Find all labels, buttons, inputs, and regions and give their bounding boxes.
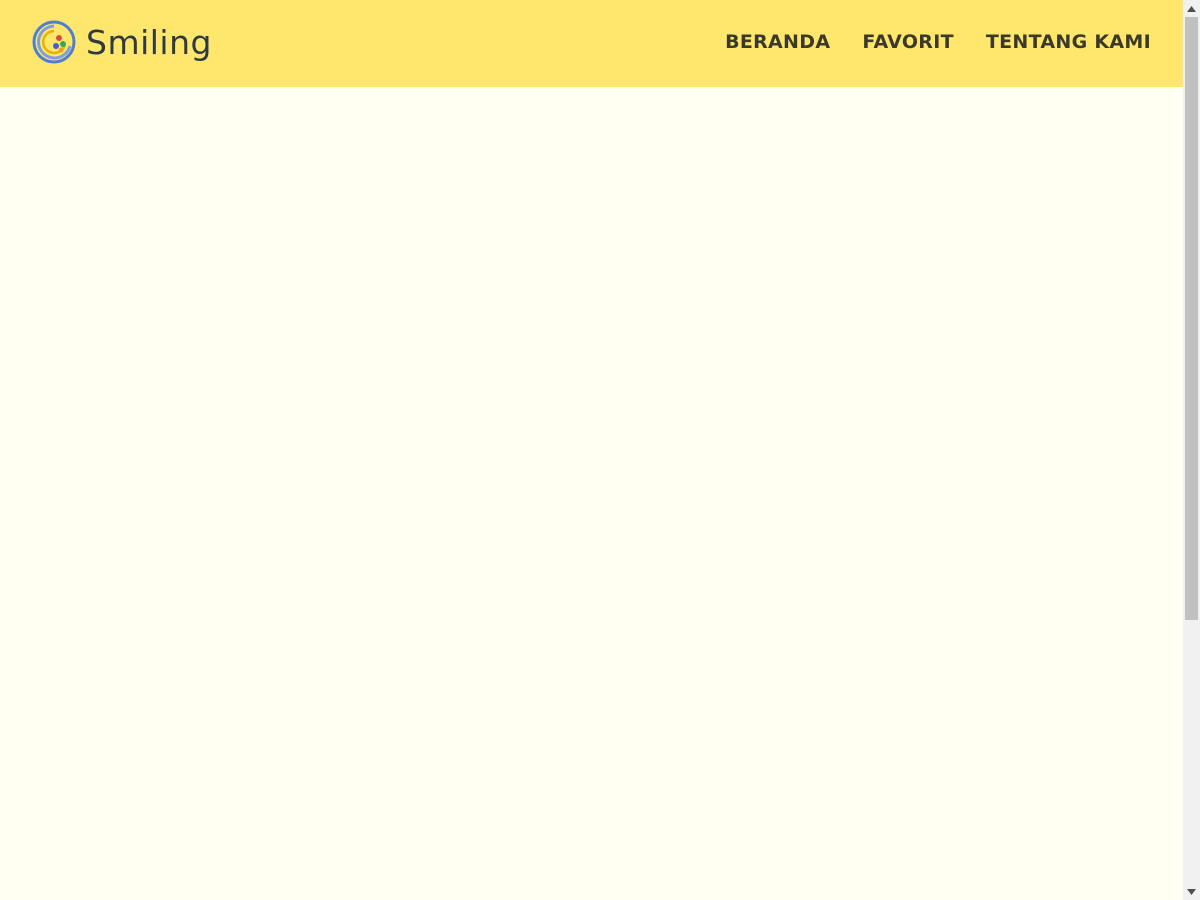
- nav-item-tentang-kami[interactable]: TENTANG KAMI: [986, 30, 1151, 54]
- navbar: Smiling BERANDA FAVORIT TENTANG KAMI: [0, 0, 1183, 87]
- scroll-down-arrow-icon[interactable]: [1183, 883, 1200, 900]
- page: Smiling BERANDA FAVORIT TENTANG KAMI: [0, 0, 1200, 900]
- page-viewport: Smiling BERANDA FAVORIT TENTANG KAMI: [0, 0, 1183, 900]
- brand-link[interactable]: Smiling: [32, 18, 212, 66]
- nav-item-beranda[interactable]: BERANDA: [725, 30, 830, 54]
- smiling-logo-icon: [32, 20, 76, 64]
- brand-name: Smiling: [86, 22, 212, 62]
- scrollbar-thumb[interactable]: [1185, 17, 1198, 620]
- vertical-scrollbar[interactable]: [1183, 0, 1200, 900]
- main-nav: BERANDA FAVORIT TENTANG KAMI: [725, 30, 1151, 54]
- scroll-up-arrow-icon[interactable]: [1183, 0, 1200, 17]
- nav-item-favorit[interactable]: FAVORIT: [862, 30, 954, 54]
